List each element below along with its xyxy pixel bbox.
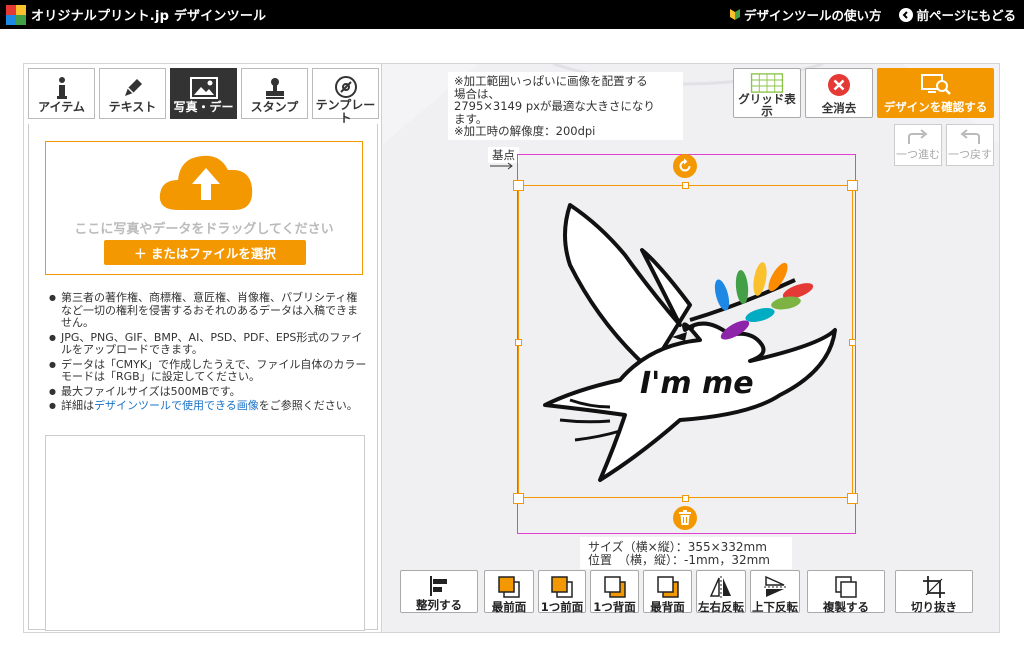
redo-arrow-icon <box>908 129 928 144</box>
send-to-back-icon <box>656 576 679 598</box>
info-icon <box>56 77 67 99</box>
resize-handle-bottom[interactable] <box>682 495 689 502</box>
tab-photo-data-label: 写真・デー <box>173 100 234 114</box>
origin-arrow-icon <box>490 162 513 170</box>
monitor-search-icon <box>920 74 951 95</box>
rotate-icon <box>679 158 691 172</box>
bring-to-front-label: 最前面 <box>491 600 527 614</box>
crop-icon <box>923 576 945 598</box>
send-backward-button[interactable]: 1つ背面 <box>590 570 639 614</box>
print-area-info: ※加工範囲いっぱいに画像を配置する 場合は、 2795×3149 pxが最適な大… <box>448 72 683 140</box>
back-arrow-icon <box>899 7 914 22</box>
clear-all-button[interactable]: 全消去 <box>805 68 873 118</box>
redo-button[interactable]: 一つ進む <box>894 124 942 166</box>
flip-vertical-button[interactable]: 上下反転 <box>750 570 800 614</box>
upload-dropzone[interactable]: ここに写真やデータをドラッグしてください ＋ またはファイルを選択 <box>45 141 363 275</box>
template-icon <box>334 76 357 98</box>
tab-photo-data[interactable]: 写真・デー <box>170 68 237 119</box>
resize-handle-top-right[interactable] <box>847 180 858 191</box>
grid-toggle-label: グリッド表示 <box>738 92 796 118</box>
back-link[interactable]: 前ページにもどる <box>899 5 1016 24</box>
duplicate-button[interactable]: 複製する <box>807 570 885 614</box>
send-backward-icon <box>603 576 626 598</box>
grid-toggle-button[interactable]: グリッド表示 <box>733 68 801 118</box>
note-item: データは「CMYK」で作成したうえで、ファイル自体のカラーモードは「RGB」に設… <box>49 358 367 384</box>
selection-frame[interactable] <box>518 185 853 498</box>
origin-marker: 基点 <box>488 147 519 170</box>
tab-bar: アイテム テキスト 写真・デー スタンプ テンプレート <box>28 68 379 125</box>
brand-title: オリジナルプリント.jp デザインツール <box>31 9 267 24</box>
redo-label: 一つ進む <box>896 148 940 161</box>
how-to-link[interactable]: デザインツールの使い方 <box>729 5 882 24</box>
flip-horizontal-label: 左右反転 <box>698 600 744 614</box>
send-to-back-button[interactable]: 最背面 <box>643 570 692 614</box>
top-bar: オリジナルプリント.jp デザインツール デザインツールの使い方 前ページにもど… <box>0 0 1024 29</box>
cloud-upload-icon <box>159 155 253 210</box>
align-button[interactable]: 整列する <box>400 570 478 613</box>
bring-to-front-icon <box>498 576 520 598</box>
uploaded-images-box <box>45 435 365 631</box>
resize-handle-left[interactable] <box>515 339 522 346</box>
drop-instruction: ここに写真やデータをドラッグしてください <box>74 222 334 237</box>
grid-icon <box>750 73 784 93</box>
tab-text-label: テキスト <box>108 100 157 114</box>
note-item-detail: 詳細はデザインツールで使用できる画像をご参照ください。 <box>49 399 367 413</box>
note-item: 最大ファイルサイズは500MBです。 <box>49 385 367 399</box>
resize-handle-top-left[interactable] <box>513 180 524 191</box>
send-backward-label: 1つ背面 <box>593 600 636 614</box>
align-icon <box>430 576 447 596</box>
resize-handle-bottom-left[interactable] <box>513 493 524 504</box>
undo-arrow-icon <box>960 129 980 144</box>
send-to-back-label: 最背面 <box>650 600 685 614</box>
note-item: 第三者の著作権、商標権、意匠権、肖像権、パブリシティ権など一切の権利を侵害するお… <box>49 291 367 330</box>
logo-cube-icon <box>6 4 26 25</box>
flip-horizontal-button[interactable]: 左右反転 <box>696 570 746 614</box>
usable-images-link[interactable]: デザインツールで使用できる画像 <box>94 399 259 412</box>
how-to-label: デザインツールの使い方 <box>743 8 882 23</box>
resize-handle-bottom-right[interactable] <box>847 493 858 504</box>
tab-stamp[interactable]: スタンプ <box>241 68 308 119</box>
upload-notes: 第三者の著作権、商標権、意匠権、肖像権、パブリシティ権など一切の権利を侵害するお… <box>49 291 367 415</box>
crop-button[interactable]: 切り抜き <box>895 570 973 614</box>
bring-forward-icon <box>551 576 573 598</box>
logo[interactable]: オリジナルプリント.jp デザインツール <box>6 4 267 25</box>
note-item: JPG、PNG、GIF、BMP、AI、PSD、PDF、EPS形式のファイルをアッ… <box>49 331 367 357</box>
crop-label: 切り抜き <box>911 600 957 614</box>
tab-template[interactable]: テンプレート <box>312 68 379 125</box>
duplicate-icon <box>835 576 857 598</box>
position-readout: 位置 （横，縦）：-1mm，32mm <box>588 553 770 567</box>
resize-handle-right[interactable] <box>849 339 856 346</box>
back-label: 前ページにもどる <box>916 8 1016 23</box>
flip-horizontal-icon <box>709 576 731 598</box>
confirm-design-label: デザインを確認する <box>883 100 988 114</box>
pen-icon <box>124 79 142 96</box>
undo-label: 一つ戻す <box>948 148 992 161</box>
stamp-icon <box>265 78 284 99</box>
image-icon <box>189 77 218 99</box>
tab-item[interactable]: アイテム <box>28 68 95 119</box>
bring-forward-label: 1つ前面 <box>540 600 584 614</box>
rotate-handle[interactable] <box>673 154 697 178</box>
confirm-design-button[interactable]: デザインを確認する <box>877 68 994 118</box>
trash-icon <box>679 510 691 525</box>
tab-stamp-label: スタンプ <box>250 100 299 114</box>
undo-button[interactable]: 一つ戻す <box>946 124 994 166</box>
size-position-info: サイズ（横×縦）：355×332mm 位置 （横，縦）：-1mm，32mm <box>580 537 792 569</box>
flip-vertical-label: 上下反転 <box>752 600 798 614</box>
bring-forward-button[interactable]: 1つ前面 <box>538 570 586 614</box>
align-label: 整列する <box>416 598 462 612</box>
beginner-leaf-icon <box>729 9 740 20</box>
flip-vertical-icon <box>764 575 786 597</box>
resize-handle-top[interactable] <box>682 182 689 189</box>
bring-to-front-button[interactable]: 最前面 <box>484 570 534 614</box>
tab-item-label: アイテム <box>38 100 85 114</box>
close-circle-icon <box>828 74 850 96</box>
duplicate-label: 複製する <box>823 600 869 614</box>
tab-template-label: テンプレート <box>315 98 376 125</box>
select-file-button[interactable]: ＋ またはファイルを選択 <box>104 240 306 265</box>
delete-handle[interactable] <box>673 506 697 530</box>
clear-all-label: 全消去 <box>821 101 857 115</box>
tab-text[interactable]: テキスト <box>99 68 166 119</box>
origin-label: 基点 <box>492 148 515 162</box>
